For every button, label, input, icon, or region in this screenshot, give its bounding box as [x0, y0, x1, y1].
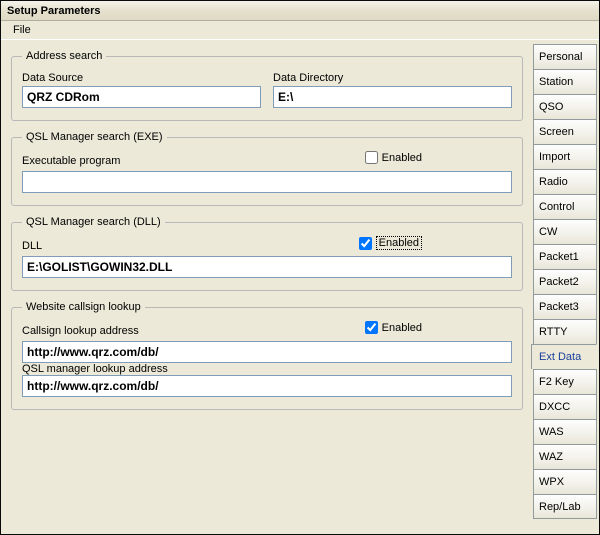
input-qsl-manager-lookup[interactable]	[22, 375, 512, 397]
main-panel: Address search Data Source Data Director…	[1, 40, 533, 534]
tab-radio[interactable]: Radio	[533, 169, 597, 194]
group-qsl-dll: QSL Manager search (DLL) DLL Enabled	[11, 216, 523, 291]
tab-dxcc[interactable]: DXCC	[533, 394, 597, 419]
input-data-directory[interactable]	[273, 86, 512, 108]
menubar: File	[1, 21, 599, 39]
group-address-search: Address search Data Source Data Director…	[11, 50, 523, 121]
tab-waz[interactable]: WAZ	[533, 444, 597, 469]
label-exe-enabled: Enabled	[382, 152, 422, 164]
tab-packet3[interactable]: Packet3	[533, 294, 597, 319]
tab-packet1[interactable]: Packet1	[533, 244, 597, 269]
checkbox-website-enabled[interactable]	[365, 321, 378, 334]
tab-f2-key[interactable]: F2 Key	[533, 369, 597, 394]
input-data-source[interactable]	[22, 86, 261, 108]
setup-parameters-window: Setup Parameters File Address search Dat…	[0, 0, 600, 535]
tab-screen[interactable]: Screen	[533, 119, 597, 144]
tab-cw[interactable]: CW	[533, 219, 597, 244]
enabled-exe-wrap: Enabled	[365, 151, 422, 164]
titlebar: Setup Parameters	[1, 1, 599, 21]
label-website-enabled: Enabled	[382, 322, 422, 334]
tab-control[interactable]: Control	[533, 194, 597, 219]
label-dll-enabled: Enabled	[376, 236, 422, 250]
checkbox-exe-enabled[interactable]	[365, 151, 378, 164]
tab-wpx[interactable]: WPX	[533, 469, 597, 494]
menu-file[interactable]: File	[7, 23, 37, 37]
side-tabs: PersonalStationQSOScreenImportRadioContr…	[533, 40, 599, 534]
group-website-lookup: Website callsign lookup Callsign lookup …	[11, 301, 523, 410]
legend-qsl-exe: QSL Manager search (EXE)	[22, 131, 167, 143]
legend-website-lookup: Website callsign lookup	[22, 301, 145, 313]
group-qsl-exe: QSL Manager search (EXE) Executable prog…	[11, 131, 523, 206]
tab-personal[interactable]: Personal	[533, 44, 597, 69]
label-qsl-manager-lookup: QSL manager lookup address	[22, 363, 168, 375]
legend-qsl-dll: QSL Manager search (DLL)	[22, 216, 165, 228]
tab-station[interactable]: Station	[533, 69, 597, 94]
enabled-website-wrap: Enabled	[365, 321, 422, 334]
label-callsign-lookup: Callsign lookup address	[22, 325, 139, 337]
input-callsign-lookup[interactable]	[22, 341, 512, 363]
label-data-source: Data Source	[22, 72, 261, 84]
tab-packet2[interactable]: Packet2	[533, 269, 597, 294]
tab-was[interactable]: WAS	[533, 419, 597, 444]
input-dll-path[interactable]	[22, 256, 512, 278]
input-executable-program[interactable]	[22, 171, 512, 193]
label-dll: DLL	[22, 240, 42, 252]
client-area: Address search Data Source Data Director…	[1, 39, 599, 534]
legend-address-search: Address search	[22, 50, 106, 62]
label-data-directory: Data Directory	[273, 72, 512, 84]
window-title: Setup Parameters	[7, 5, 101, 17]
tab-rtty[interactable]: RTTY	[533, 319, 597, 344]
tab-import[interactable]: Import	[533, 144, 597, 169]
tab-rep-lab[interactable]: Rep/Lab	[533, 494, 597, 519]
label-executable-program: Executable program	[22, 155, 120, 167]
checkbox-dll-enabled[interactable]	[359, 237, 372, 250]
enabled-dll-wrap: Enabled	[359, 236, 422, 250]
tab-qso[interactable]: QSO	[533, 94, 597, 119]
tab-ext-data[interactable]: Ext Data	[531, 344, 597, 369]
